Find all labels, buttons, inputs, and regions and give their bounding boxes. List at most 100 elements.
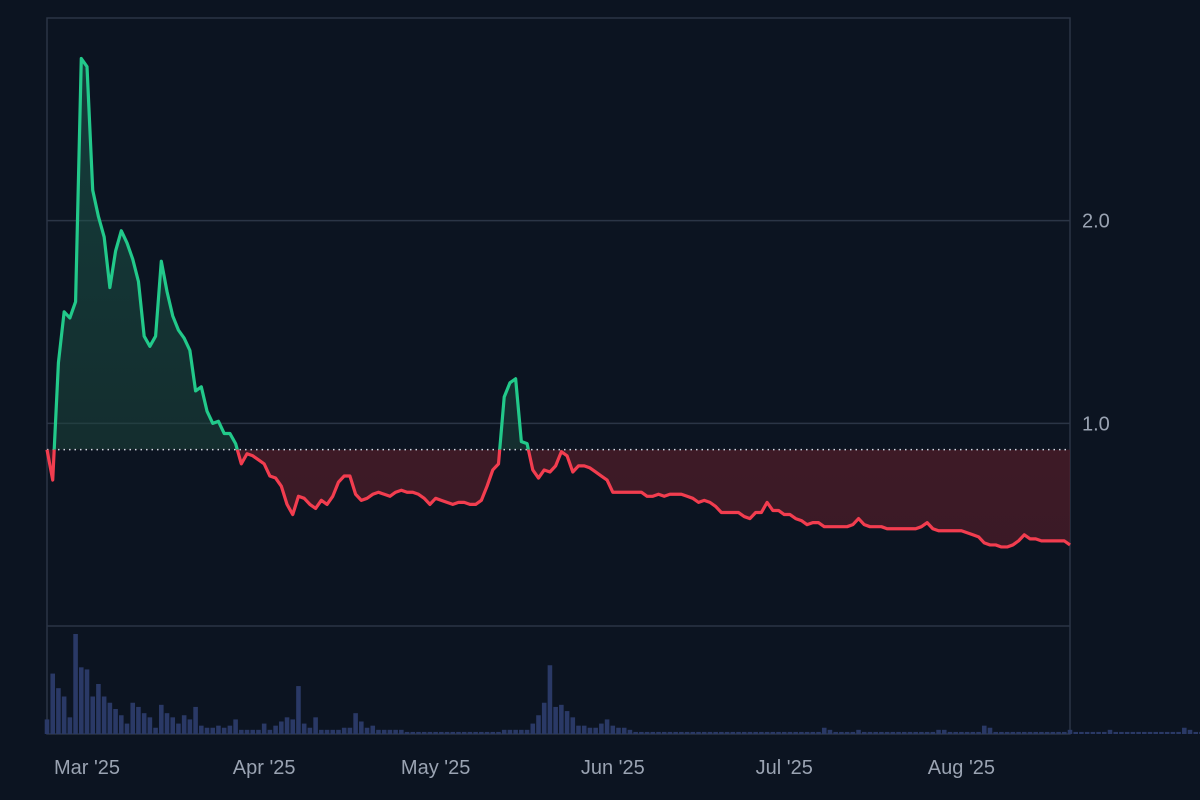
volume-bar — [1136, 731, 1141, 734]
volume-bar — [1033, 731, 1038, 734]
volume-bar — [570, 717, 576, 734]
volume-bar — [410, 731, 416, 734]
volume-bar — [421, 731, 427, 734]
volume-bar — [701, 731, 707, 734]
baseline-area-chart: 1.0 2.0 Mar '25 Apr '25 May '25 Jun '25 Jul '2… — [44, 17, 1200, 779]
volume-bar — [1113, 731, 1119, 734]
volume-bar — [261, 723, 267, 734]
volume-bar — [461, 731, 467, 734]
volume-bar — [1119, 731, 1124, 734]
volume-bar — [913, 731, 918, 734]
volume-bar — [884, 731, 890, 734]
volume-bar — [433, 731, 438, 734]
volume-bar — [970, 731, 976, 734]
volume-bar — [1073, 731, 1079, 734]
volume-bar — [1027, 731, 1033, 734]
volume-bar — [119, 715, 124, 734]
volume-bar — [850, 731, 856, 734]
volume-bar — [427, 731, 433, 734]
volume-bar — [61, 696, 67, 734]
volume-bar — [604, 719, 610, 734]
volume-bar — [1044, 731, 1050, 734]
volume-bar — [1004, 731, 1010, 734]
volume-bar — [1182, 727, 1187, 734]
volume-bar — [387, 729, 393, 734]
volume-bar — [799, 731, 804, 734]
volume-bar — [901, 731, 907, 734]
volume-bar — [941, 729, 947, 734]
volume-bar — [690, 731, 696, 734]
x-tick-label: Apr '25 — [233, 757, 296, 779]
volume-bar — [279, 721, 284, 734]
volume-bar — [839, 731, 844, 734]
volume-bar — [56, 688, 61, 734]
volume-bar — [993, 731, 998, 734]
volume-bar — [273, 725, 278, 734]
volume-bar — [519, 729, 524, 734]
volume-bar — [439, 731, 444, 734]
volume-bar — [467, 731, 473, 734]
volume-bar — [633, 731, 638, 734]
volume-bar — [313, 717, 318, 734]
volume-bar — [627, 729, 633, 734]
chart-container: 1.0 2.0 Mar '25 Apr '25 May '25 Jun '25 Jul '2… — [0, 0, 1200, 800]
volume-bar — [176, 723, 181, 734]
volume-bar — [610, 725, 616, 734]
volume-bar — [616, 727, 621, 734]
volume-bar — [650, 731, 656, 734]
volume-bar — [736, 731, 741, 734]
volume-bar — [804, 731, 810, 734]
volume-bar — [124, 723, 130, 734]
volume-bar — [696, 731, 701, 734]
volume-bar — [747, 731, 753, 734]
volume-bar — [987, 727, 993, 734]
volume-bar — [404, 731, 410, 734]
volume-bar — [324, 729, 330, 734]
volume-bar — [336, 729, 341, 734]
volume-bar — [661, 731, 667, 734]
volume-bar — [256, 729, 261, 734]
volume-bar — [810, 731, 816, 734]
volume-bar — [1107, 729, 1113, 734]
volume-bar — [759, 731, 764, 734]
y-tick-label: 1.0 — [1082, 413, 1110, 435]
volume-bar — [1021, 731, 1027, 734]
volume-bar — [79, 667, 84, 734]
volume-bar — [947, 731, 953, 734]
volume-bar — [1170, 731, 1176, 734]
volume-bar — [1176, 731, 1181, 734]
volume-bar — [1084, 731, 1090, 734]
volume-bar — [181, 715, 187, 734]
volume-bar — [330, 729, 336, 734]
volume-bar — [147, 717, 153, 734]
volume-bar — [587, 727, 593, 734]
x-tick-label: Jul '25 — [756, 757, 813, 779]
volume-bar — [159, 704, 164, 734]
x-tick-label: Aug '25 — [928, 757, 995, 779]
volume-bar — [924, 731, 930, 734]
volume-bar — [199, 725, 204, 734]
volume-bar — [713, 731, 718, 734]
volume-bar — [1096, 731, 1101, 734]
volume-bar — [479, 731, 484, 734]
volume-bar — [1193, 731, 1199, 734]
volume-bar — [730, 731, 736, 734]
volume-bar — [490, 731, 496, 734]
volume-bar — [187, 719, 193, 734]
volume-bar — [67, 717, 73, 734]
volume-bar — [170, 717, 176, 734]
volume-bars — [44, 634, 1200, 734]
volume-bar — [267, 729, 273, 734]
volume-bar — [781, 731, 787, 734]
volume-bar — [724, 731, 730, 734]
volume-bar — [301, 723, 307, 734]
volume-bar — [101, 696, 107, 734]
volume-bar — [793, 731, 798, 734]
volume-bar — [233, 719, 238, 734]
x-tick-label: Mar '25 — [54, 757, 120, 779]
volume-bar — [1090, 731, 1096, 734]
volume-bar — [959, 731, 964, 734]
volume-bar — [964, 731, 970, 734]
volume-bar — [787, 731, 793, 734]
volume-bar — [501, 729, 507, 734]
